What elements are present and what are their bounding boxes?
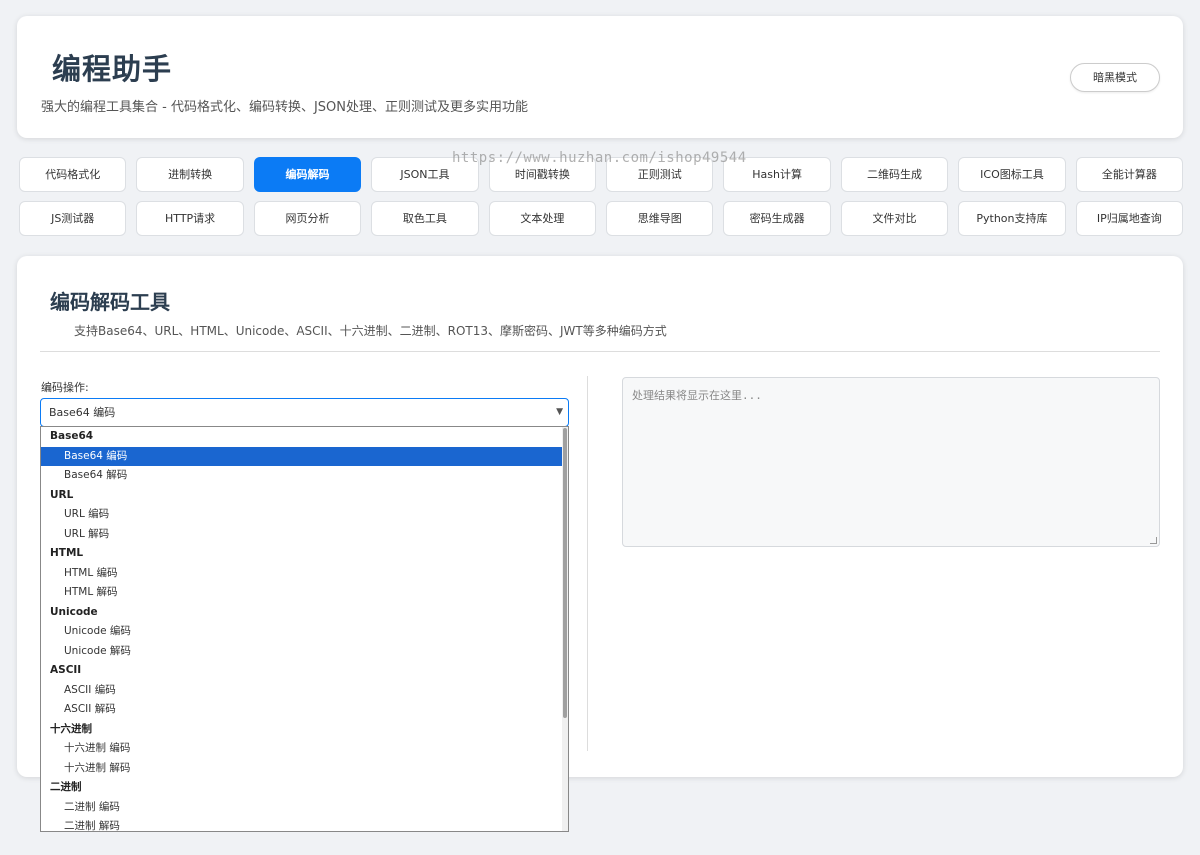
tab-row2-8[interactable]: Python支持库: [958, 201, 1066, 236]
dropdown-option[interactable]: 十六进制 编码: [41, 739, 563, 759]
output-placeholder: 处理结果将显示在这里...: [632, 389, 762, 402]
dropdown-option[interactable]: URL 解码: [41, 525, 563, 545]
tab-row1-9[interactable]: 全能计算器: [1075, 157, 1184, 192]
tab-row2-4[interactable]: 文本处理: [488, 201, 597, 236]
tab-row1-0[interactable]: 代码格式化: [19, 157, 127, 192]
app-header: 编程助手 强大的编程工具集合 - 代码格式化、编码转换、JSON处理、正则测试及…: [17, 16, 1183, 138]
dropdown-option[interactable]: Base64 编码: [41, 446, 563, 466]
panel-title: 编码解码工具: [50, 290, 170, 314]
option-group-label: 二进制: [50, 781, 82, 793]
app-title: 编程助手: [52, 52, 173, 86]
column-divider: [587, 376, 588, 751]
option-list: Base64 Base64 编码 Base64 解码 URL URL 编码 URL 解码 H…: [41, 427, 563, 831]
dropdown-option[interactable]: HTML 编码: [41, 564, 563, 584]
operation-label: 编码操作:: [41, 381, 89, 394]
app-subtitle: 强大的编程工具集合 - 代码格式化、编码转换、JSON处理、正则测试及更多实用功…: [41, 100, 528, 115]
output-textarea[interactable]: 处理结果将显示在这里...: [622, 377, 1160, 547]
tab-row1-2[interactable]: 编码解码: [253, 157, 362, 192]
tab-row1-4[interactable]: 时间戳转换: [488, 157, 597, 192]
tab-row2-9[interactable]: IP归属地查询: [1075, 201, 1184, 236]
operation-select[interactable]: Base64 编码 ▼: [40, 398, 569, 427]
dropdown-option[interactable]: Unicode 解码: [41, 642, 563, 662]
option-group-label: ASCII: [50, 664, 82, 676]
operation-dropdown-list[interactable]: Base64 Base64 编码 Base64 解码 URL URL 编码 URL 解码 H…: [40, 426, 569, 832]
tool-tabs: 代码格式化 进制转换 编码解码 JSON工具 时间戳转换 正则测试 Hash计算 二维码生成 I…: [19, 157, 1184, 245]
tab-row1-8[interactable]: ICO图标工具: [958, 157, 1066, 192]
dropdown-option[interactable]: 二进制 编码: [41, 798, 563, 818]
dropdown-option[interactable]: ASCII 解码: [41, 700, 563, 720]
tab-row-1: 代码格式化 进制转换 编码解码 JSON工具 时间戳转换 正则测试 Hash计算 二维码生成 I…: [19, 157, 1184, 192]
dropdown-option[interactable]: 二进制 解码: [41, 817, 563, 831]
option-group-label: HTML: [50, 547, 84, 559]
tab-row1-5[interactable]: 正则测试: [606, 157, 714, 192]
panel-description: 支持Base64、URL、HTML、Unicode、ASCII、十六进制、二进制…: [74, 324, 667, 338]
dark-mode-button[interactable]: 暗黑模式: [1070, 63, 1160, 92]
tab-row2-1[interactable]: HTTP请求: [136, 201, 244, 236]
option-group-label: Base64: [50, 430, 94, 442]
panel-divider: [40, 351, 1160, 352]
scrollbar-thumb[interactable]: [563, 428, 567, 718]
dropdown-option[interactable]: ASCII 编码: [41, 681, 563, 701]
option-group-label: 十六进制: [50, 722, 92, 735]
dropdown-option[interactable]: Base64 解码: [41, 466, 563, 486]
option-group-label: Unicode: [50, 605, 98, 618]
tab-row1-3[interactable]: JSON工具: [371, 157, 479, 192]
tab-row1-6[interactable]: Hash计算: [723, 157, 831, 192]
dropdown-scrollbar[interactable]: [562, 427, 568, 831]
tab-row2-0[interactable]: JS测试器: [19, 201, 127, 236]
tab-row1-1[interactable]: 进制转换: [136, 157, 244, 192]
tab-row2-5[interactable]: 思维导图: [606, 201, 714, 236]
chevron-down-icon: ▼: [556, 407, 563, 417]
dropdown-option[interactable]: URL 编码: [41, 505, 563, 525]
tab-row2-2[interactable]: 网页分析: [253, 201, 362, 236]
tab-row2-7[interactable]: 文件对比: [840, 201, 949, 236]
resize-grip-icon[interactable]: [1150, 537, 1157, 544]
dropdown-option[interactable]: 十六进制 解码: [41, 759, 563, 779]
dropdown-option[interactable]: Unicode 编码: [41, 622, 563, 642]
dropdown-option[interactable]: HTML 解码: [41, 583, 563, 603]
tab-row-2: JS测试器 HTTP请求 网页分析 取色工具 文本处理 思维导图 密码生成器 文件对比 Pyth…: [19, 201, 1184, 236]
tab-row2-6[interactable]: 密码生成器: [723, 201, 831, 236]
option-group-label: URL: [50, 488, 74, 501]
tab-row1-7[interactable]: 二维码生成: [840, 157, 949, 192]
tab-row2-3[interactable]: 取色工具: [371, 201, 479, 236]
operation-select-value: Base64 编码: [49, 406, 116, 419]
